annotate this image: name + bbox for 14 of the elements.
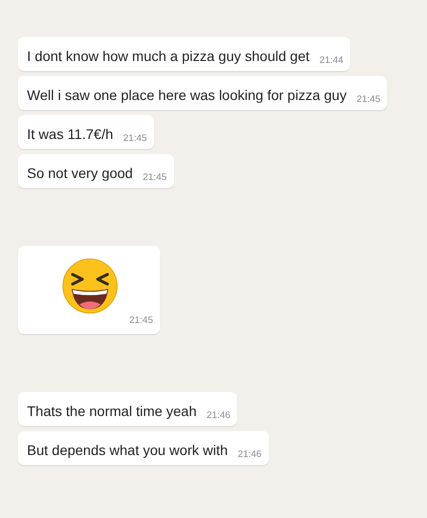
message-time: 21:44 <box>320 55 344 66</box>
message-text: It was 11.7€/h <box>27 126 114 142</box>
message-text: I dont know how much a pizza guy should get <box>27 48 310 64</box>
message-text: Thats the normal time yeah <box>27 402 197 418</box>
message-time: 21:45 <box>129 315 153 326</box>
message-time: 21:46 <box>238 449 262 460</box>
message-text: But depends what you work with <box>27 442 228 458</box>
message-text: So not very good <box>27 164 133 180</box>
message-time: 21:45 <box>123 133 147 144</box>
message-time: 21:46 <box>206 410 230 421</box>
message-text: Well i saw one place here was looking for pizza guy <box>27 86 347 102</box>
message-time: 21:45 <box>142 172 167 183</box>
laughing-face-icon <box>61 257 119 315</box>
message-time: 21:45 <box>356 94 380 105</box>
